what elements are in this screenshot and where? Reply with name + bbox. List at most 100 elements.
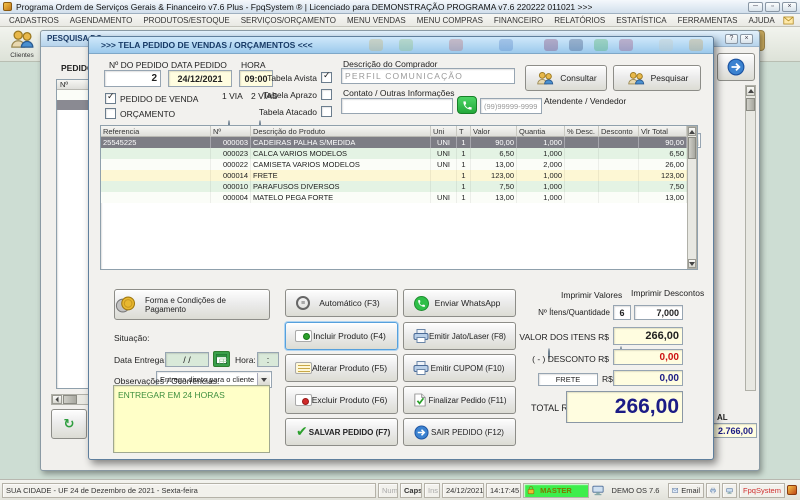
pesquisar-button[interactable]: Pesquisar (613, 65, 701, 91)
application-window: Programa Ordem de Serviços Gerais & Fina… (0, 0, 800, 500)
monitor-icon (726, 486, 733, 496)
frete-label-box[interactable]: FRETE (538, 373, 598, 386)
table-vscrollbar[interactable] (687, 126, 697, 269)
status-monitor[interactable] (722, 483, 737, 498)
tabela-avista-label: Tabela Avista (257, 73, 317, 83)
pesquisa-sair-button[interactable] (717, 53, 755, 81)
itens-quantidade-label: Nº Ítens/Quantidade (535, 308, 610, 317)
valor-itens-label: VALOR DOS ITENS R$ (519, 332, 609, 342)
status-time: 14:17:45 (486, 483, 521, 498)
menu-produtos-estoque[interactable]: PRODUTOS/ESTOQUE (138, 15, 234, 26)
pedido-venda-checkbox[interactable] (105, 93, 116, 104)
emitir-cupom-button[interactable]: Emitir CUPOM (F10) (403, 354, 516, 382)
desconto-field: 0,00 (613, 349, 683, 365)
table-row[interactable]: 000014 FRETE 1123,00 1,000 123,00 (101, 170, 697, 181)
whatsapp-button[interactable] (457, 96, 477, 114)
status-printer[interactable] (706, 483, 720, 498)
lock-icon (526, 485, 536, 496)
minimize-button[interactable]: ─ (748, 2, 763, 12)
blue-arrow-icon (414, 425, 429, 440)
emitir-jato-button[interactable]: Emitir Jato/Laser (F8) (403, 322, 516, 350)
calendar-icon (216, 354, 227, 364)
clientes-icon[interactable] (8, 29, 36, 50)
frete-field[interactable]: 0,00 (613, 370, 683, 386)
data-pedido-field[interactable]: 24/12/2021 (168, 70, 232, 87)
incluir-produto-button[interactable]: Incluir Produto (F4) (285, 322, 398, 350)
menu-servicos-orcamento[interactable]: SERVIÇOS/ORÇAMENTO (236, 15, 341, 26)
status-brand: FpqSystem (739, 483, 785, 498)
dialog-titlebar[interactable]: >>> TELA PEDIDO DE VENDAS / ORÇAMENTOS <… (89, 37, 713, 54)
menu-compras[interactable]: MENU COMPRAS (412, 15, 488, 26)
tabela-atacado-checkbox[interactable] (321, 106, 332, 117)
enviar-whatsapp-button[interactable]: Enviar WhatsApp (403, 289, 516, 317)
alterar-produto-icon (295, 362, 312, 374)
status-user: MASTER (523, 483, 589, 498)
valor-itens-field: 266,00 (613, 327, 683, 345)
salvar-pedido-button[interactable]: ✔ SALVAR PEDIDO (F7) (285, 418, 398, 446)
excluir-produto-icon (295, 394, 312, 406)
pesquisa-vscrollbar[interactable] (745, 85, 756, 391)
app-icon (3, 2, 12, 11)
imprimir-descontos-label: Imprimir Descontos (631, 288, 704, 298)
pagamento-button[interactable]: Forma e Condições de Pagamento (114, 289, 270, 320)
menubar: CADASTROS AGENDAMENTO PRODUTOS/ESTOQUE S… (0, 14, 800, 27)
menu-ferramentas[interactable]: FERRAMENTAS (673, 15, 743, 26)
status-caps: Caps (400, 483, 422, 498)
finalizar-pedido-button[interactable]: Finalizar Pedido (F11) (403, 386, 516, 414)
pesquisa-close-button[interactable]: × (740, 34, 753, 44)
table-row[interactable]: 25545225000003 CADEIRAS PALHA S/MEDIDAUN… (101, 137, 697, 148)
menu-ajuda[interactable]: AJUDA (743, 15, 779, 26)
status-date: 24/12/2021 (442, 483, 484, 498)
pesquisa-hscrollbar[interactable] (51, 394, 89, 405)
data-entrega-field[interactable]: / / (165, 352, 209, 367)
hora-entrega-field[interactable]: : (257, 352, 279, 367)
menu-financeiro[interactable]: FINANCEIRO (489, 15, 548, 26)
tabela-aprazo-checkbox[interactable] (321, 89, 332, 100)
observacoes-textarea[interactable]: ENTREGAR EM 24 HORAS (113, 385, 270, 453)
menu-cadastros[interactable]: CADASTROS (4, 15, 64, 26)
close-button[interactable]: × (782, 2, 797, 12)
status-location: SUA CIDADE - UF 24 de Dezembro de 2021 -… (2, 483, 376, 498)
pesquisa-help-button[interactable]: ? (725, 34, 738, 44)
printer-icon (413, 361, 429, 375)
contato-field[interactable] (341, 98, 453, 114)
automatico-button[interactable]: ≡ Automático (F3) (285, 289, 398, 317)
menu-email[interactable]: E-MAIL (795, 15, 800, 26)
imprimir-valores-label: Imprimir Valores (561, 290, 622, 300)
table-row[interactable]: 000010 PARAFUSOS DIVERSOS 17,50 1,000 7,… (101, 181, 697, 192)
telefone-field[interactable]: (99)99999-9999 (480, 98, 542, 114)
table-row[interactable]: 000004 MATELO PEGA FORTEUNI 113,00 1,000… (101, 192, 697, 203)
whatsapp-icon (462, 100, 473, 111)
consultar-button[interactable]: Consultar (525, 65, 607, 91)
blue-arrow-icon (727, 58, 745, 76)
data-pedido-label: DATA PEDIDO (171, 60, 227, 70)
status-email[interactable]: Email (668, 483, 704, 498)
orcamento-checkbox[interactable] (105, 108, 116, 119)
menu-relatorios[interactable]: RELATÓRIOS (549, 15, 610, 26)
excluir-produto-button[interactable]: Excluir Produto (F6) (285, 386, 398, 414)
comprador-field[interactable]: PERFIL COMUNICAÇÃO (341, 68, 515, 84)
pesquisa-refresh-button[interactable]: ↻ (51, 409, 87, 439)
menu-agendamento[interactable]: AGENDAMENTO (65, 15, 138, 26)
sair-pedido-button[interactable]: SAIR PEDIDO (F12) (403, 418, 516, 446)
menu-vendas[interactable]: MENU VENDAS (342, 15, 411, 26)
dialog-title: >>> TELA PEDIDO DE VENDAS / ORÇAMENTOS <… (101, 40, 313, 50)
calendar-button[interactable] (213, 351, 230, 367)
tabela-aprazo-label: Tabela Aprazo (257, 90, 317, 100)
check-icon: ✔ (296, 425, 308, 439)
printer-icon (413, 329, 429, 343)
itens-field: 6 (613, 305, 631, 320)
app-titlebar: Programa Ordem de Serviços Gerais & Fina… (0, 0, 800, 14)
table-row[interactable]: 000022 CAMISETA VARIOS MODELOSUNI 113,00… (101, 159, 697, 170)
table-row[interactable]: 000023 CALCA VARIOS MODELOSUNI 16,50 1,0… (101, 148, 697, 159)
coins-icon (115, 296, 137, 313)
quantidade-field: 7,000 (634, 305, 683, 320)
maximize-button[interactable]: ▫ (765, 2, 780, 12)
tabela-avista-checkbox[interactable] (321, 72, 332, 83)
alterar-produto-button[interactable]: Alterar Produto (F5) (285, 354, 398, 382)
numero-pedido-field[interactable]: 2 (104, 70, 161, 87)
status-ins: Ins (424, 483, 440, 498)
menu-estatistica[interactable]: ESTATÍSTICA (611, 15, 671, 26)
clientes-label: Clientes (2, 52, 42, 59)
fpq-icon (787, 485, 797, 495)
